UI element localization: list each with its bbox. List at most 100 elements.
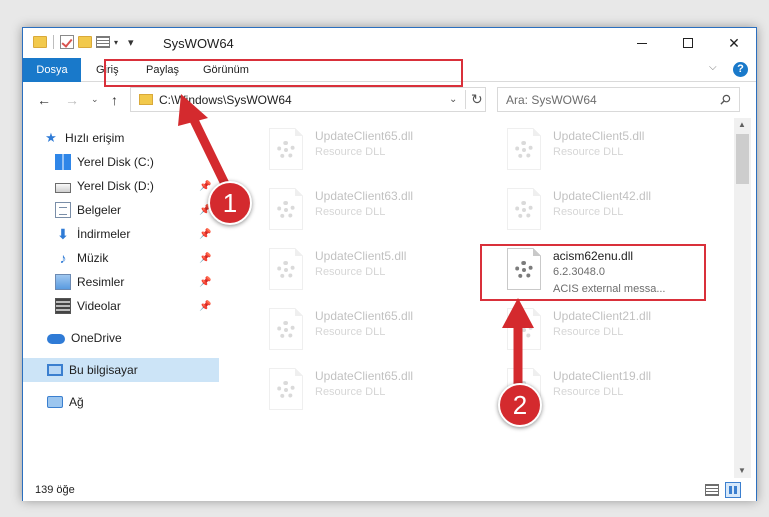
rename-icon[interactable] (96, 36, 110, 48)
file-item[interactable]: UpdateClient19.dll Resource DLL (507, 366, 737, 418)
file-name: UpdateClient42.dll (553, 189, 652, 203)
scroll-thumb[interactable] (736, 134, 749, 184)
cloud-icon (47, 334, 65, 344)
forward-arrow-icon[interactable]: → (65, 92, 79, 108)
sidebar-item-videos[interactable]: Videolar 📌 (23, 294, 219, 318)
sidebar-item-label: Videolar (77, 299, 121, 313)
expand-ribbon-icon[interactable]: ⌵ (709, 62, 717, 73)
file-item[interactable]: UpdateClient21.dll Resource DLL (507, 306, 737, 358)
large-icons-view-icon[interactable] (725, 482, 741, 498)
file-name: UpdateClient65.dll (315, 129, 414, 143)
dll-file-icon (269, 188, 303, 230)
dll-file-icon (507, 248, 541, 290)
ribbon-tabs: Dosya Giriş Paylaş Görünüm ⌵ ? (23, 58, 756, 82)
file-type: Resource DLL (315, 206, 386, 218)
file-name: UpdateClient5.dll (553, 129, 645, 143)
pictures-icon (55, 274, 71, 290)
details-view-icon[interactable] (705, 484, 719, 496)
gear-icon (515, 261, 533, 279)
title-bar: ▾ ▾ SysWOW64 ✕ (23, 28, 756, 58)
tab-file[interactable]: Dosya (23, 58, 81, 82)
sidebar-item-label: Belgeler (77, 203, 122, 217)
item-count: 139 öğe (35, 484, 75, 496)
file-item[interactable]: UpdateClient42.dll Resource DLL (507, 186, 737, 238)
tab-share[interactable]: Paylaş (136, 58, 189, 82)
refresh-icon[interactable]: ↻ (471, 91, 483, 108)
videos-icon (55, 298, 71, 314)
file-item[interactable]: UpdateClient5.dll Resource DLL (507, 126, 737, 178)
sidebar-item-onedrive[interactable]: OneDrive (23, 326, 219, 350)
tab-view[interactable]: Görünüm (193, 58, 259, 82)
sidebar-item-local-disk-d[interactable]: Yerel Disk (D:) 📌 (23, 174, 219, 198)
sidebar-item-label: İndirmeler (77, 227, 131, 241)
file-name: UpdateClient65.dll (315, 369, 414, 383)
status-bar: 139 öğe (23, 479, 756, 501)
sidebar-item-label: Yerel Disk (D:) (77, 179, 154, 193)
sidebar-item-local-disk-c[interactable]: Yerel Disk (C:) (23, 150, 219, 174)
dll-file-icon (269, 248, 303, 290)
properties-check-icon[interactable] (60, 35, 74, 49)
address-divider (465, 90, 466, 109)
new-folder-icon[interactable] (78, 36, 92, 48)
search-placeholder: Ara: SysWOW64 (506, 93, 597, 107)
pin-icon[interactable]: 📌 (199, 277, 211, 288)
address-path[interactable]: C:\Windows\SysWOW64 (159, 93, 292, 107)
sidebar-item-music[interactable]: ♪ Müzik 📌 (23, 246, 219, 270)
file-version: 6.2.3048.0 (553, 266, 605, 278)
music-icon: ♪ (59, 250, 67, 266)
help-icon[interactable]: ? (733, 62, 748, 77)
customize-toolbar-icon[interactable]: ▾ (128, 36, 134, 49)
scroll-down-icon[interactable]: ▼ (738, 466, 746, 475)
tab-home[interactable]: Giriş (86, 58, 129, 82)
file-name: UpdateClient5.dll (315, 249, 407, 263)
sidebar-item-this-pc[interactable]: Bu bilgisayar (23, 358, 219, 382)
sidebar-item-downloads[interactable]: ⬇ İndirmeler 📌 (23, 222, 219, 246)
toolbar-divider (53, 35, 54, 49)
sidebar-item-network[interactable]: Ağ (23, 390, 219, 414)
dll-file-icon (269, 308, 303, 350)
minimize-icon (637, 42, 647, 44)
gear-icon (277, 321, 295, 339)
explorer-window: ▾ ▾ SysWOW64 ✕ Dosya Giriş Paylaş Görünü… (22, 27, 757, 501)
dll-file-icon (507, 128, 541, 170)
vertical-scrollbar[interactable]: ▲ ▼ (734, 118, 751, 478)
sidebar-item-label: Hızlı erişim (65, 131, 125, 145)
navigation-bar: ← → ⌄ ↑ C:\Windows\SysWOW64 ⌄ ↻ Ara: Sys… (23, 83, 756, 117)
minimize-button[interactable] (619, 28, 665, 58)
window-title: SysWOW64 (163, 36, 234, 51)
file-item[interactable]: UpdateClient65.dll Resource DLL (269, 126, 499, 178)
recent-locations-icon[interactable]: ⌄ (91, 94, 99, 105)
file-item[interactable]: UpdateClient65.dll Resource DLL (269, 306, 499, 358)
sidebar-item-label: Bu bilgisayar (69, 363, 138, 377)
gear-icon (277, 201, 295, 219)
file-name: UpdateClient21.dll (553, 309, 652, 323)
scroll-up-icon[interactable]: ▲ (738, 120, 746, 129)
up-arrow-icon[interactable]: ↑ (111, 92, 118, 108)
file-item-acism62enu[interactable]: acism62enu.dll 6.2.3048.0 ACIS external … (507, 246, 737, 298)
dll-file-icon (269, 368, 303, 410)
file-item[interactable]: UpdateClient5.dll Resource DLL (269, 246, 499, 298)
chevron-down-icon[interactable]: ▾ (114, 38, 118, 47)
sidebar-item-quick-access[interactable]: ★ Hızlı erişim (23, 126, 219, 150)
pin-icon[interactable]: 📌 (199, 253, 211, 264)
file-name: acism62enu.dll (553, 249, 634, 263)
close-icon: ✕ (728, 34, 740, 51)
chevron-down-icon[interactable]: ⌄ (449, 94, 457, 105)
search-input[interactable]: Ara: SysWOW64 (497, 87, 740, 112)
drive-icon (55, 182, 71, 193)
back-arrow-icon[interactable]: ← (37, 92, 51, 108)
pin-icon[interactable]: 📌 (199, 181, 211, 192)
pin-icon[interactable]: 📌 (199, 301, 211, 312)
search-icon[interactable] (720, 94, 731, 105)
sidebar-item-documents[interactable]: Belgeler 📌 (23, 198, 219, 222)
close-button[interactable]: ✕ (711, 28, 757, 58)
gear-icon (277, 381, 295, 399)
sidebar-item-label: Ağ (69, 395, 84, 409)
maximize-button[interactable] (665, 28, 711, 58)
pin-icon[interactable]: 📌 (199, 229, 211, 240)
file-item[interactable]: UpdateClient63.dll Resource DLL (269, 186, 499, 238)
address-bar[interactable]: C:\Windows\SysWOW64 ⌄ ↻ (130, 87, 486, 112)
file-item[interactable]: UpdateClient65.dll Resource DLL (269, 366, 499, 418)
file-list: UpdateClient65.dll Resource DLL UpdateCl… (229, 118, 732, 478)
sidebar-item-pictures[interactable]: Resimler 📌 (23, 270, 219, 294)
